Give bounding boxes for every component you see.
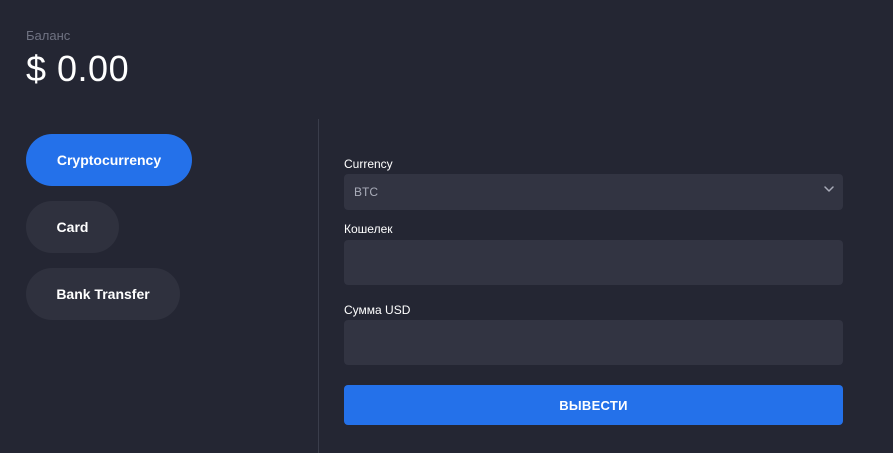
balance-label: Баланс <box>26 28 71 43</box>
withdraw-panel: Баланс $ 0.00 Cryptocurrency Card Bank T… <box>0 0 893 453</box>
method-bank-transfer-button[interactable]: Bank Transfer <box>26 268 180 320</box>
amount-input[interactable] <box>344 320 843 365</box>
wallet-input[interactable] <box>344 240 843 285</box>
chevron-down-icon <box>824 186 834 192</box>
withdraw-submit-button[interactable]: ВЫВЕСТИ <box>344 385 843 425</box>
amount-label: Сумма USD <box>344 303 411 317</box>
balance-value: $ 0.00 <box>26 48 130 89</box>
wallet-label: Кошелек <box>344 222 393 236</box>
vertical-divider <box>318 119 319 453</box>
method-cryptocurrency-button[interactable]: Cryptocurrency <box>26 134 192 186</box>
method-card-button[interactable]: Card <box>26 201 119 253</box>
currency-select[interactable]: BTC <box>344 174 843 210</box>
currency-select-value: BTC <box>354 185 378 199</box>
currency-label: Currency <box>344 157 393 171</box>
